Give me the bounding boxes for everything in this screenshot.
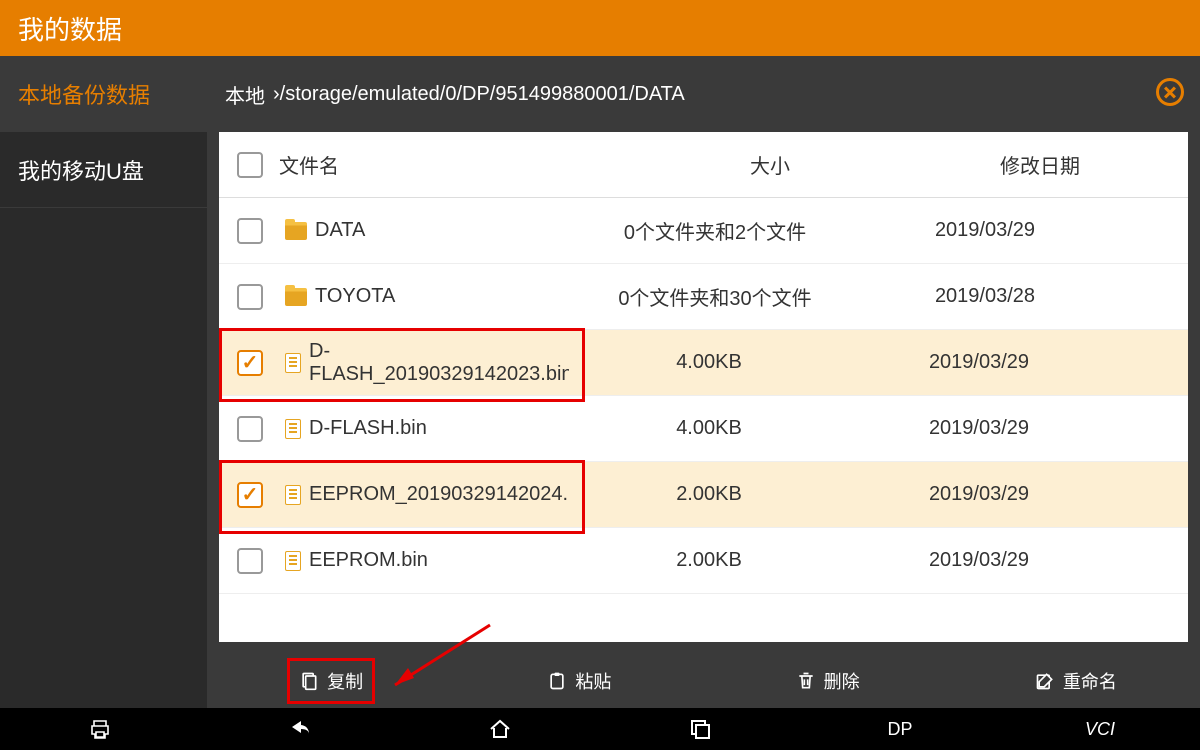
- row-checkbox[interactable]: [237, 218, 263, 244]
- file-icon: [285, 353, 301, 373]
- file-name: D-FLASH.bin: [309, 417, 569, 440]
- paste-button[interactable]: 粘贴: [455, 654, 703, 708]
- column-header-date[interactable]: 修改日期: [910, 150, 1170, 179]
- toolbar: 复制 粘贴 删除 重命名: [207, 654, 1200, 708]
- file-size: 0个文件夹和30个文件: [575, 282, 855, 311]
- file-row[interactable]: EEPROM_20190329142024.bin2.00KB2019/03/2…: [219, 462, 1188, 528]
- select-all-checkbox[interactable]: [237, 152, 275, 178]
- recent-apps-icon: [688, 717, 712, 741]
- file-name: TOYOTA: [315, 285, 575, 308]
- home-icon: [488, 717, 512, 741]
- file-panel: 文件名 大小 修改日期 DATA0个文件夹和2个文件2019/03/29TOYO…: [219, 132, 1188, 642]
- close-button[interactable]: [1156, 78, 1184, 106]
- nav-recent-button[interactable]: [600, 717, 800, 741]
- rename-button[interactable]: 重命名: [952, 654, 1200, 708]
- paste-icon: [547, 671, 567, 691]
- rename-icon: [1035, 671, 1055, 691]
- file-size: 4.00KB: [569, 417, 849, 440]
- row-checkbox[interactable]: [237, 284, 263, 310]
- file-date: 2019/03/29: [849, 549, 1109, 572]
- delete-button[interactable]: 删除: [704, 654, 952, 708]
- nav-home-button[interactable]: [400, 717, 600, 741]
- file-row[interactable]: D-FLASH_20190329142023.bin4.00KB2019/03/…: [219, 330, 1188, 396]
- file-size: 2.00KB: [569, 483, 849, 506]
- file-date: 2019/03/29: [849, 351, 1109, 374]
- file-row[interactable]: DATA0个文件夹和2个文件2019/03/29: [219, 198, 1188, 264]
- rename-label: 重命名: [1063, 668, 1117, 694]
- file-date: 2019/03/28: [855, 285, 1115, 308]
- app-header: 我的数据: [0, 0, 1200, 56]
- bottom-nav: DP VCI: [0, 708, 1200, 750]
- back-icon: [288, 717, 312, 741]
- file-icon: [285, 551, 301, 571]
- nav-print-button[interactable]: [0, 717, 200, 741]
- app-title: 我的数据: [0, 10, 207, 47]
- breadcrumb: 本地 › /storage/emulated/0/DP/951499880001…: [207, 56, 1200, 132]
- file-row[interactable]: D-FLASH.bin4.00KB2019/03/29: [219, 396, 1188, 462]
- nav-dp-button[interactable]: DP: [800, 719, 1000, 740]
- file-name: DATA: [315, 219, 575, 242]
- column-header-name[interactable]: 文件名: [275, 150, 630, 179]
- file-list: DATA0个文件夹和2个文件2019/03/29TOYOTA0个文件夹和30个文…: [219, 198, 1188, 594]
- file-date: 2019/03/29: [855, 219, 1115, 242]
- row-checkbox[interactable]: [237, 548, 263, 574]
- file-date: 2019/03/29: [849, 483, 1109, 506]
- file-date: 2019/03/29: [849, 417, 1109, 440]
- copy-icon: [299, 671, 319, 691]
- content-area: 本地备份数据我的移动U盘 本地 › /storage/emulated/0/DP…: [0, 56, 1200, 708]
- breadcrumb-path: /storage/emulated/0/DP/951499880001/DATA: [280, 83, 685, 106]
- file-row[interactable]: EEPROM.bin2.00KB2019/03/29: [219, 528, 1188, 594]
- main-panel: 本地 › /storage/emulated/0/DP/951499880001…: [207, 56, 1200, 708]
- sidebar: 本地备份数据我的移动U盘: [0, 56, 207, 708]
- copy-button[interactable]: 复制: [207, 654, 455, 708]
- file-name: EEPROM_20190329142024.bin: [309, 483, 569, 506]
- breadcrumb-local-label: 本地: [225, 80, 265, 109]
- copy-label: 复制: [327, 668, 363, 694]
- trash-icon: [796, 671, 816, 691]
- file-name: EEPROM.bin: [309, 549, 569, 572]
- nav-vci-button[interactable]: VCI: [1000, 719, 1200, 740]
- breadcrumb-separator: ›: [273, 83, 280, 106]
- nav-back-button[interactable]: [200, 717, 400, 741]
- file-size: 4.00KB: [569, 351, 849, 374]
- folder-icon: [285, 222, 307, 240]
- file-icon: [285, 419, 301, 439]
- sidebar-item-1[interactable]: 我的移动U盘: [0, 132, 207, 208]
- column-header-size[interactable]: 大小: [630, 150, 910, 179]
- row-checkbox[interactable]: [237, 416, 263, 442]
- folder-icon: [285, 288, 307, 306]
- file-icon: [285, 485, 301, 505]
- printer-icon: [88, 717, 112, 741]
- row-checkbox[interactable]: [237, 350, 263, 376]
- file-row[interactable]: TOYOTA0个文件夹和30个文件2019/03/28: [219, 264, 1188, 330]
- sidebar-item-0[interactable]: 本地备份数据: [0, 56, 207, 132]
- table-header: 文件名 大小 修改日期: [219, 132, 1188, 198]
- row-checkbox[interactable]: [237, 482, 263, 508]
- file-name: D-FLASH_20190329142023.bin: [309, 340, 569, 386]
- file-size: 2.00KB: [569, 549, 849, 572]
- file-size: 0个文件夹和2个文件: [575, 216, 855, 245]
- delete-label: 删除: [824, 668, 860, 694]
- paste-label: 粘贴: [575, 668, 611, 694]
